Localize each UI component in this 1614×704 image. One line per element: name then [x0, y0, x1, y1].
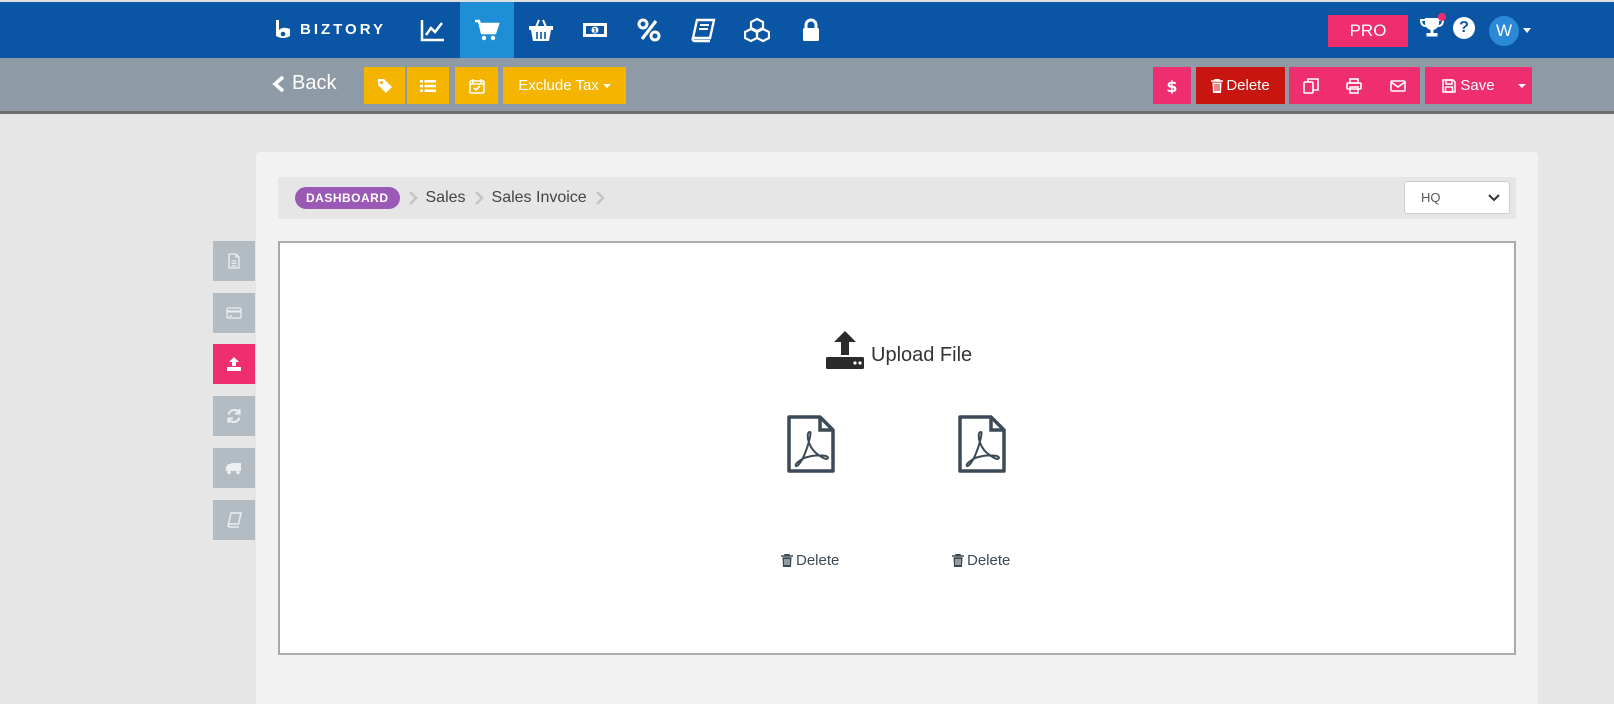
- caret-down-icon: [602, 83, 611, 88]
- nav-reports[interactable]: [406, 2, 460, 58]
- payment-button[interactable]: $: [1153, 67, 1191, 104]
- top-navbar: BIZTORY 1 PRO ? W: [0, 0, 1614, 58]
- save-button[interactable]: Save: [1425, 67, 1512, 104]
- notification-dot: [1438, 13, 1446, 21]
- delete-file-button[interactable]: Delete: [781, 552, 839, 569]
- breadcrumb: DASHBOARD Sales Sales Invoice: [278, 177, 1516, 219]
- logo-text: BIZTORY: [300, 20, 387, 38]
- calendar-button[interactable]: [455, 67, 498, 104]
- back-button[interactable]: Back: [272, 72, 336, 95]
- avatar-dropdown-caret-icon[interactable]: [1523, 28, 1531, 33]
- upload-content-area: [278, 241, 1516, 655]
- trash-icon: [952, 554, 964, 567]
- delete-file-label: Delete: [796, 552, 840, 569]
- pdf-file-icon[interactable]: [786, 415, 836, 473]
- tag-icon: [377, 78, 392, 93]
- pro-button[interactable]: PRO: [1328, 15, 1408, 47]
- credit-card-icon: [226, 307, 242, 319]
- lock-icon: [803, 18, 819, 41]
- email-button[interactable]: [1375, 67, 1420, 104]
- breadcrumb-dashboard[interactable]: DASHBOARD: [295, 187, 400, 209]
- nav-banking[interactable]: 1: [568, 2, 622, 58]
- breadcrumb-sales-invoice[interactable]: Sales Invoice: [492, 189, 587, 207]
- calendar-check-icon: [468, 78, 485, 94]
- user-avatar[interactable]: W: [1489, 16, 1519, 46]
- delete-file-button[interactable]: Delete: [952, 552, 1010, 569]
- back-label: Back: [292, 72, 337, 94]
- nav-inventory[interactable]: [730, 2, 784, 58]
- nav-lock[interactable]: [784, 2, 838, 58]
- tab-journal[interactable]: [213, 500, 255, 540]
- money-icon: 1: [583, 23, 607, 37]
- chevron-right-icon: [408, 191, 418, 205]
- exclude-tax-label: Exclude Tax: [518, 77, 599, 94]
- envelope-icon: [1389, 79, 1406, 92]
- refresh-icon: [227, 409, 241, 423]
- cubes-icon: [744, 17, 770, 43]
- tag-button[interactable]: [364, 67, 405, 104]
- percent-icon: [637, 18, 661, 42]
- tab-payment[interactable]: [213, 293, 255, 333]
- svg-text:$: $: [1166, 78, 1177, 94]
- app-logo[interactable]: BIZTORY: [272, 18, 386, 40]
- branch-select-value: HQ: [1421, 190, 1441, 205]
- file-icon: [228, 253, 240, 269]
- nav-purchases[interactable]: [514, 2, 568, 58]
- save-label: Save: [1460, 77, 1495, 94]
- main-nav: 1: [406, 2, 838, 58]
- nav-sales[interactable]: [460, 2, 514, 58]
- logo-mark-icon: [276, 20, 290, 38]
- truck-icon: [226, 463, 241, 475]
- print-icon: [1345, 77, 1362, 94]
- list-button[interactable]: [407, 67, 449, 104]
- upload-file-label: Upload File: [871, 344, 973, 366]
- tab-upload[interactable]: [213, 344, 255, 384]
- upload-icon: [227, 357, 241, 371]
- copy-icon: [1302, 77, 1319, 94]
- tab-document[interactable]: [213, 241, 255, 281]
- list-icon: [420, 79, 436, 92]
- delete-label: Delete: [1226, 77, 1270, 94]
- floppy-disk-icon: [1442, 78, 1457, 93]
- book-icon: [691, 18, 716, 43]
- branch-select[interactable]: HQ: [1404, 181, 1510, 214]
- save-options-button[interactable]: [1512, 67, 1532, 104]
- chevron-right-icon: [595, 191, 605, 205]
- trash-icon: [781, 554, 793, 567]
- delete-button[interactable]: Delete: [1196, 67, 1285, 104]
- exclude-tax-dropdown[interactable]: Exclude Tax: [503, 67, 626, 104]
- caret-down-icon: [1518, 83, 1526, 88]
- help-icon[interactable]: ?: [1453, 17, 1475, 39]
- upload-file-button[interactable]: Upload File: [825, 331, 972, 369]
- basket-icon: [529, 19, 553, 41]
- nav-tax[interactable]: [622, 2, 676, 58]
- chevron-left-icon: [272, 75, 285, 92]
- upload-icon: [826, 331, 864, 369]
- tab-delivery[interactable]: [213, 448, 255, 488]
- action-toolbar: Back Exclude Tax $ Delete Save: [0, 58, 1614, 114]
- cart-icon: [475, 19, 500, 41]
- book-icon: [227, 512, 242, 528]
- chevron-down-icon: [1488, 194, 1500, 202]
- pdf-file-icon[interactable]: [957, 415, 1007, 473]
- trash-icon: [1211, 78, 1224, 93]
- svg-text:1: 1: [593, 28, 597, 35]
- dollar-icon: $: [1166, 78, 1177, 94]
- chevron-right-icon: [474, 191, 484, 205]
- delete-file-label: Delete: [967, 552, 1011, 569]
- print-button[interactable]: [1332, 67, 1375, 104]
- tab-history[interactable]: [213, 396, 255, 436]
- nav-accounting[interactable]: [676, 2, 730, 58]
- copy-button[interactable]: [1289, 67, 1332, 104]
- breadcrumb-sales[interactable]: Sales: [426, 189, 466, 207]
- chart-line-icon: [420, 20, 444, 42]
